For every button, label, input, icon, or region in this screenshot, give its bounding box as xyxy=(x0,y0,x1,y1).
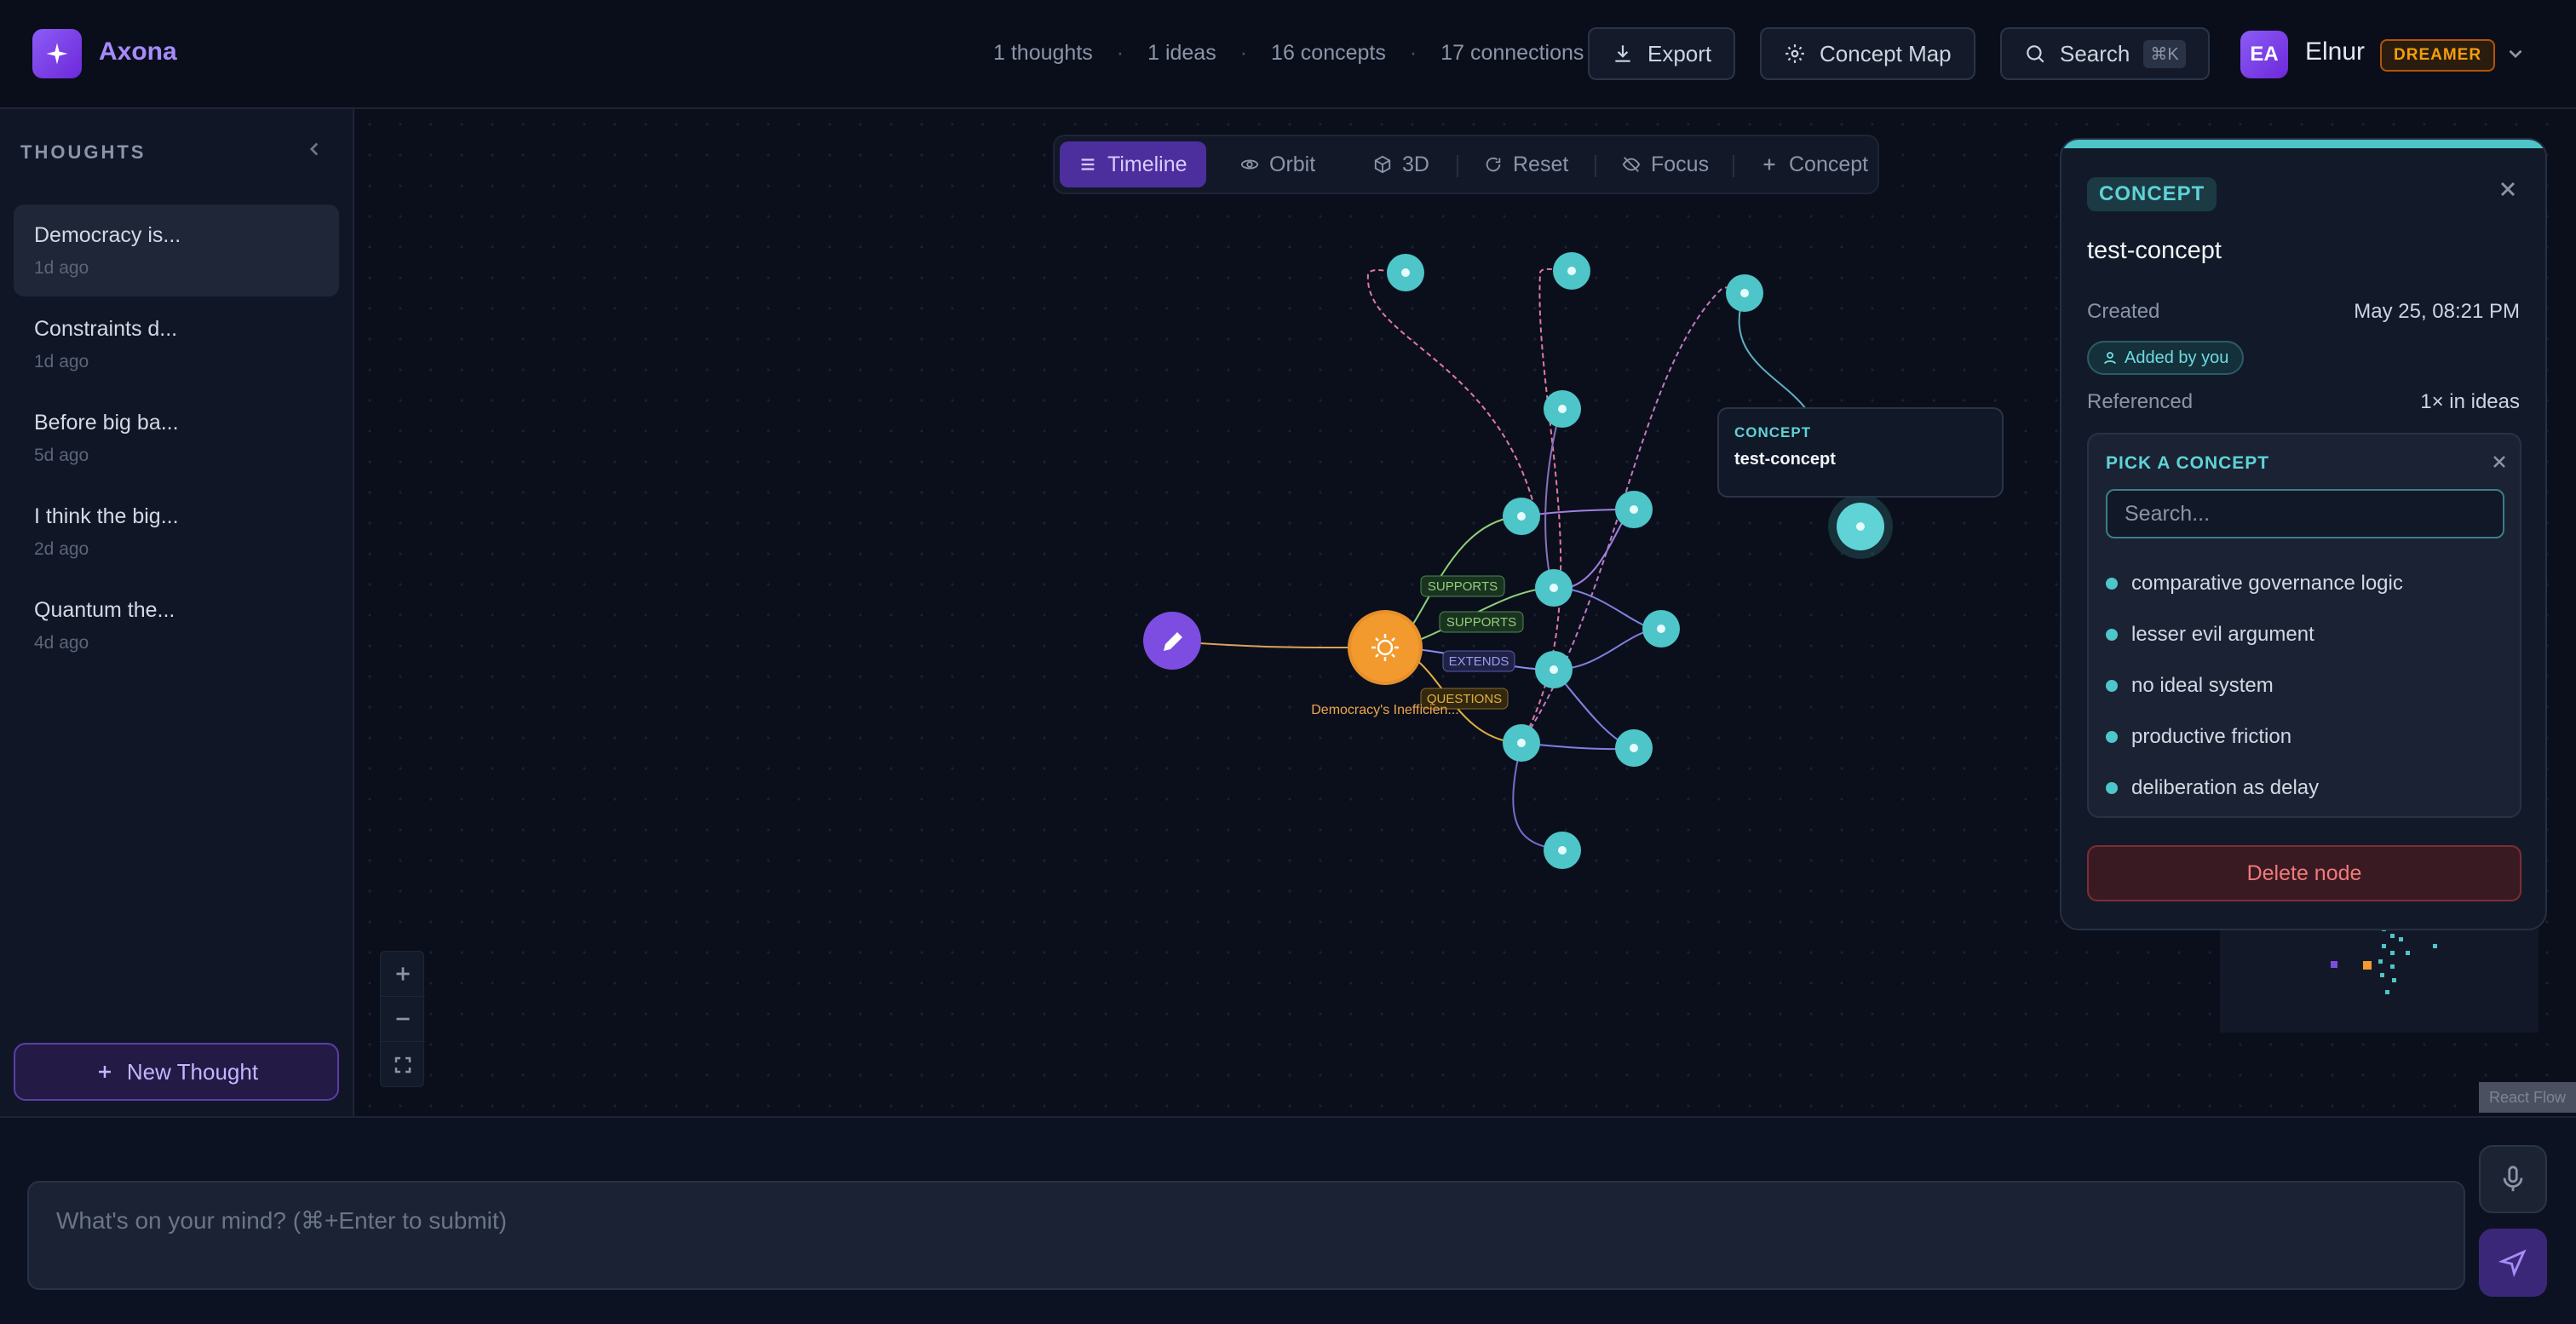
hover-card-kind: CONCEPT xyxy=(1734,424,1812,440)
concept-option-label: comparative governance logic xyxy=(2131,572,2403,595)
selected-concept-node[interactable] xyxy=(1828,494,1893,559)
minus-icon xyxy=(396,1017,410,1021)
concept-search-input[interactable] xyxy=(2106,489,2504,538)
graph-edge xyxy=(1366,268,1538,517)
concept-option-label: lesser evil argument xyxy=(2131,623,2314,646)
composer-bar xyxy=(0,1116,2576,1324)
concept-node[interactable] xyxy=(1544,390,1581,428)
concept-node[interactable] xyxy=(1387,254,1424,291)
concept-option[interactable]: lesser evil argument xyxy=(2106,613,2314,656)
user-icon xyxy=(2104,352,2116,365)
option-bullet xyxy=(2106,578,2118,590)
zoom-in-button[interactable] xyxy=(381,952,425,997)
concept-option[interactable]: deliberation as delay xyxy=(2106,767,2319,809)
graph-edge xyxy=(1188,642,1348,648)
graph-edges xyxy=(1188,268,1807,851)
concept-nodes[interactable] xyxy=(1387,252,1893,869)
close-icon[interactable] xyxy=(2489,452,2510,472)
thought-input[interactable] xyxy=(27,1181,2465,1290)
tab-orbit[interactable]: Orbit xyxy=(1222,141,1334,187)
concept-option-label: productive friction xyxy=(2131,725,2292,748)
edge-labels: SUPPORTS SUPPORTS EXTENDS QUESTIONS xyxy=(1420,575,1524,710)
list-icon xyxy=(1081,158,1095,170)
concept-option-label: no ideal system xyxy=(2131,674,2274,697)
focus-button[interactable]: Focus xyxy=(1603,141,1728,187)
concept-node[interactable] xyxy=(1726,274,1763,312)
fit-view-button[interactable] xyxy=(381,1042,425,1087)
added-by-chip: Added by you xyxy=(2087,341,2245,375)
delete-node-button[interactable]: Delete node xyxy=(2087,845,2521,901)
referenced-label: Referenced xyxy=(2087,390,2194,413)
close-icon[interactable] xyxy=(2496,177,2520,201)
reset-label: Reset xyxy=(1513,152,1569,176)
tab-timeline-label: Timeline xyxy=(1107,152,1187,176)
concept-option[interactable]: productive friction xyxy=(2106,716,2291,758)
fullscreen-icon xyxy=(394,1056,411,1073)
microphone-icon xyxy=(2503,1166,2523,1192)
concept-option[interactable]: no ideal system xyxy=(2106,665,2274,707)
orbit-icon xyxy=(1240,159,1259,170)
zoom-controls xyxy=(380,951,425,1087)
react-flow-attribution[interactable]: React Flow xyxy=(2479,1082,2576,1113)
toolbar-divider xyxy=(1733,155,1734,177)
concept-node[interactable] xyxy=(1535,569,1573,607)
created-label: Created xyxy=(2087,300,2160,323)
concept-node[interactable] xyxy=(1503,724,1540,762)
tab-3d[interactable]: 3D xyxy=(1354,141,1448,187)
plus-icon xyxy=(396,967,410,981)
zoom-out-button[interactable] xyxy=(381,997,425,1042)
referenced-value: 1× in ideas xyxy=(2420,390,2520,413)
option-bullet xyxy=(2106,782,2118,794)
eye-off-icon xyxy=(1622,157,1641,172)
idea-label: Democracy's Inefficien... xyxy=(1311,703,1459,717)
edge-label-supports: SUPPORTS xyxy=(1446,615,1516,630)
concept-node[interactable] xyxy=(1503,498,1540,535)
panel-type-chip: CONCEPT xyxy=(2087,177,2217,211)
plus-icon xyxy=(1763,158,1775,170)
view-toolbar: Timeline Orbit 3D Reset Focus Concept xyxy=(1053,135,1879,194)
toolbar-divider xyxy=(1457,155,1458,177)
option-bullet xyxy=(2106,629,2118,641)
concept-option-label: deliberation as delay xyxy=(2131,776,2320,799)
concept-node[interactable] xyxy=(1553,252,1590,290)
concept-node[interactable] xyxy=(1535,651,1573,688)
tab-orbit-label: Orbit xyxy=(1269,152,1316,176)
focus-label: Focus xyxy=(1651,152,1710,176)
panel-title: test-concept xyxy=(2087,237,2222,264)
toolbar-divider xyxy=(1595,155,1596,177)
added-by-label: Added by you xyxy=(2125,348,2229,367)
send-icon xyxy=(2498,1249,2527,1277)
edge-label-extends: EXTENDS xyxy=(1449,654,1509,669)
app-root: Axona 1 thoughts · 1 ideas · 16 concepts… xyxy=(0,0,2576,1324)
refresh-icon xyxy=(1486,157,1501,172)
concept-node[interactable] xyxy=(1642,610,1680,648)
send-button[interactable] xyxy=(2479,1229,2547,1297)
concept-node[interactable] xyxy=(1544,832,1581,869)
add-concept-label: Concept xyxy=(1789,152,1869,176)
concept-option[interactable]: comparative governance logic xyxy=(2106,562,2403,605)
tab-timeline[interactable]: Timeline xyxy=(1060,141,1206,187)
option-bullet xyxy=(2106,731,2118,743)
reset-button[interactable]: Reset xyxy=(1465,141,1587,187)
panel-accent-bar xyxy=(2061,140,2545,148)
option-bullet xyxy=(2106,680,2118,692)
edge-label-supports: SUPPORTS xyxy=(1428,579,1498,594)
concept-hover-card: CONCEPT test-concept xyxy=(1717,407,2004,498)
tab-3d-label: 3D xyxy=(1402,152,1429,176)
picker-title: PICK A CONCEPT xyxy=(2106,453,2270,473)
cube-icon xyxy=(1374,155,1391,174)
concept-panel: CONCEPT test-concept Created May 25, 08:… xyxy=(2060,138,2547,930)
concept-node[interactable] xyxy=(1615,729,1653,767)
thought-node[interactable] xyxy=(1143,612,1201,670)
add-concept-button[interactable]: Concept xyxy=(1741,141,1887,187)
created-value: May 25, 08:21 PM xyxy=(2354,300,2520,323)
mic-button[interactable] xyxy=(2479,1145,2547,1213)
hover-card-name: test-concept xyxy=(1734,450,1836,469)
concept-node[interactable] xyxy=(1615,491,1653,528)
concept-picker: PICK A CONCEPT comparative governance lo… xyxy=(2087,433,2521,818)
